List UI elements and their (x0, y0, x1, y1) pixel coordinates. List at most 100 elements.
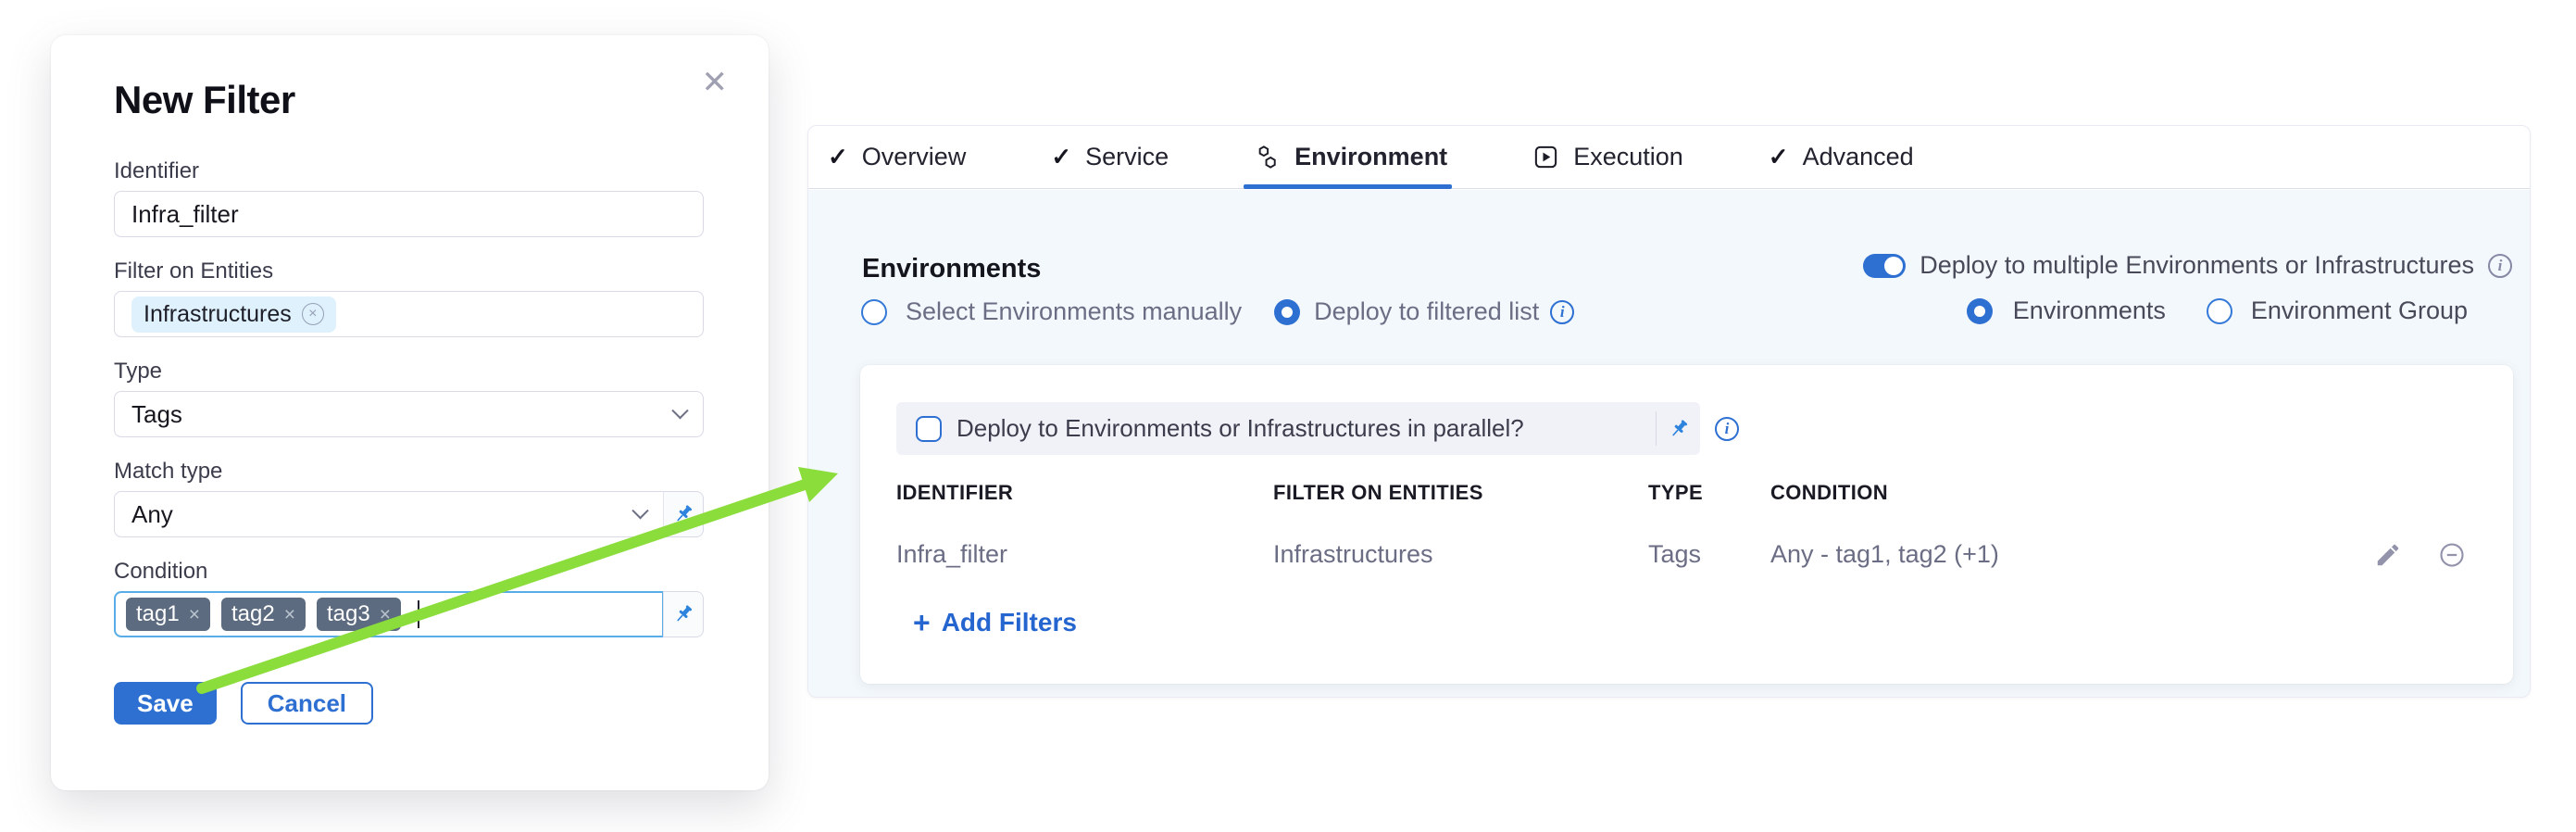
identifier-input[interactable]: Infra_filter (114, 191, 704, 237)
text-caret (418, 600, 419, 628)
parallel-option: Deploy to Environments or Infrastructure… (896, 402, 1739, 455)
parallel-checkbox-label[interactable]: Deploy to Environments or Infrastructure… (957, 414, 1524, 443)
env-group-radios: Environments Environment Group (1967, 296, 2512, 325)
identifier-label: Identifier (114, 159, 704, 183)
condition-tag: tag3 × (317, 598, 401, 631)
check-icon: ✓ (828, 143, 848, 171)
chip-remove-icon[interactable]: × (302, 303, 324, 325)
info-icon[interactable]: i (1715, 417, 1739, 441)
entities-label: Filter on Entities (114, 259, 704, 284)
entities-group: Filter on Entities Infrastructures × (114, 259, 704, 337)
parallel-option-bar: Deploy to Environments or Infrastructure… (896, 402, 1700, 455)
tab-execution[interactable]: Execution (1532, 126, 1683, 188)
check-icon: ✓ (1769, 143, 1789, 171)
tag-remove-icon[interactable]: × (189, 605, 200, 624)
condition-tag: tag2 × (221, 598, 306, 631)
chevron-down-icon (631, 502, 648, 519)
tag-label: tag1 (136, 603, 180, 625)
edit-icon[interactable] (2374, 541, 2402, 569)
type-value: Tags (131, 400, 182, 429)
tab-label: Service (1085, 143, 1169, 171)
toggle-label: Deploy to multiple Environments or Infra… (1919, 251, 2474, 280)
identifier-value: Infra_filter (131, 200, 239, 229)
add-filters-button[interactable]: + Add Filters (913, 609, 1077, 637)
info-icon[interactable]: i (1550, 300, 1574, 324)
type-label: Type (114, 359, 704, 384)
multi-env-controls: Deploy to multiple Environments or Infra… (1863, 251, 2512, 325)
chevron-down-icon (671, 402, 688, 419)
radio-deploy-filtered[interactable] (1274, 299, 1300, 325)
pin-icon (671, 502, 695, 526)
type-select[interactable]: Tags (114, 391, 704, 437)
page: { "modal": { "title": "New Filter", "ide… (0, 0, 2576, 832)
tab-label: Advanced (1803, 143, 1914, 171)
cancel-button[interactable]: Cancel (241, 682, 373, 725)
environment-icon (1254, 144, 1281, 170)
condition-label: Condition (114, 560, 704, 584)
radio-environments[interactable] (1967, 298, 1993, 324)
radio-select-manually[interactable] (861, 299, 887, 325)
tag-label: tag2 (231, 603, 275, 625)
close-icon[interactable]: ✕ (702, 67, 729, 98)
condition-group: Condition tag1 × tag2 × tag3 × (114, 560, 704, 637)
parallel-checkbox[interactable] (916, 416, 942, 442)
column-header-type: TYPE (1648, 482, 1703, 504)
row-type: Tags (1648, 539, 1701, 569)
tab-label: Environment (1294, 143, 1447, 171)
pin-icon (1667, 417, 1691, 441)
entities-chip-label: Infrastructures (144, 301, 292, 328)
type-group: Type Tags (114, 359, 704, 437)
match-type-label: Match type (114, 460, 704, 484)
match-type-select[interactable]: Any (114, 491, 664, 537)
identifier-group: Identifier Infra_filter (114, 159, 704, 237)
parallel-pin-button[interactable] (1657, 417, 1700, 441)
new-filter-modal: ✕ New Filter Identifier Infra_filter Fil… (51, 35, 769, 790)
stage-config-panel: ✓ Overview ✓ Service Environment Executi… (807, 125, 2531, 698)
condition-pin-button[interactable] (663, 591, 704, 637)
multi-env-toggle-row: Deploy to multiple Environments or Infra… (1863, 251, 2512, 280)
entities-input[interactable]: Infrastructures × (114, 291, 704, 337)
match-type-group: Match type Any (114, 460, 704, 537)
condition-input[interactable]: tag1 × tag2 × tag3 × (114, 591, 664, 637)
tab-environment[interactable]: Environment (1254, 126, 1447, 188)
tag-remove-icon[interactable]: × (284, 605, 295, 624)
radio-label[interactable]: Environment Group (2251, 296, 2468, 325)
modal-buttons: Save Cancel (114, 682, 704, 725)
pin-icon (671, 602, 695, 626)
entities-chip: Infrastructures × (131, 296, 336, 333)
remove-row-icon[interactable] (2438, 541, 2466, 569)
match-type-value: Any (131, 500, 173, 529)
column-header-condition: CONDITION (1770, 482, 1888, 504)
radio-label[interactable]: Environments (2013, 296, 2166, 325)
row-condition: Any - tag1, tag2 (+1) (1770, 539, 1999, 569)
environment-mode-radios: Select Environments manually Deploy to f… (861, 297, 1574, 326)
tab-label: Overview (862, 143, 967, 171)
stage-tabbar: ✓ Overview ✓ Service Environment Executi… (808, 126, 2530, 189)
add-filters-label: Add Filters (942, 609, 1077, 637)
execution-icon (1532, 144, 1559, 170)
radio-label[interactable]: Deploy to filtered list (1314, 297, 1539, 326)
tab-advanced[interactable]: ✓ Advanced (1769, 126, 1914, 188)
filters-card: Deploy to Environments or Infrastructure… (860, 365, 2513, 684)
row-entities: Infrastructures (1273, 539, 1433, 569)
tab-overview[interactable]: ✓ Overview (828, 126, 966, 188)
environments-heading: Environments (862, 254, 1041, 284)
column-header-entities: FILTER ON ENTITIES (1273, 482, 1483, 504)
tag-remove-icon[interactable]: × (380, 605, 391, 624)
info-icon[interactable]: i (2488, 254, 2512, 278)
row-identifier: Infra_filter (896, 539, 1007, 569)
modal-title: New Filter (114, 80, 704, 120)
radio-label[interactable]: Select Environments manually (906, 297, 1242, 326)
match-type-pin-button[interactable] (663, 491, 704, 537)
column-header-identifier: IDENTIFIER (896, 482, 1013, 504)
tab-label: Execution (1573, 143, 1683, 171)
tag-label: tag3 (327, 603, 370, 625)
plus-icon: + (913, 609, 931, 637)
environment-tab-content: Environments Select Environments manuall… (808, 190, 2530, 697)
check-icon: ✓ (1051, 143, 1071, 171)
radio-environment-group[interactable] (2207, 298, 2232, 324)
save-button[interactable]: Save (114, 682, 217, 725)
multi-env-toggle[interactable] (1863, 254, 1906, 278)
tab-service[interactable]: ✓ Service (1051, 126, 1169, 188)
condition-tag: tag1 × (126, 598, 210, 631)
